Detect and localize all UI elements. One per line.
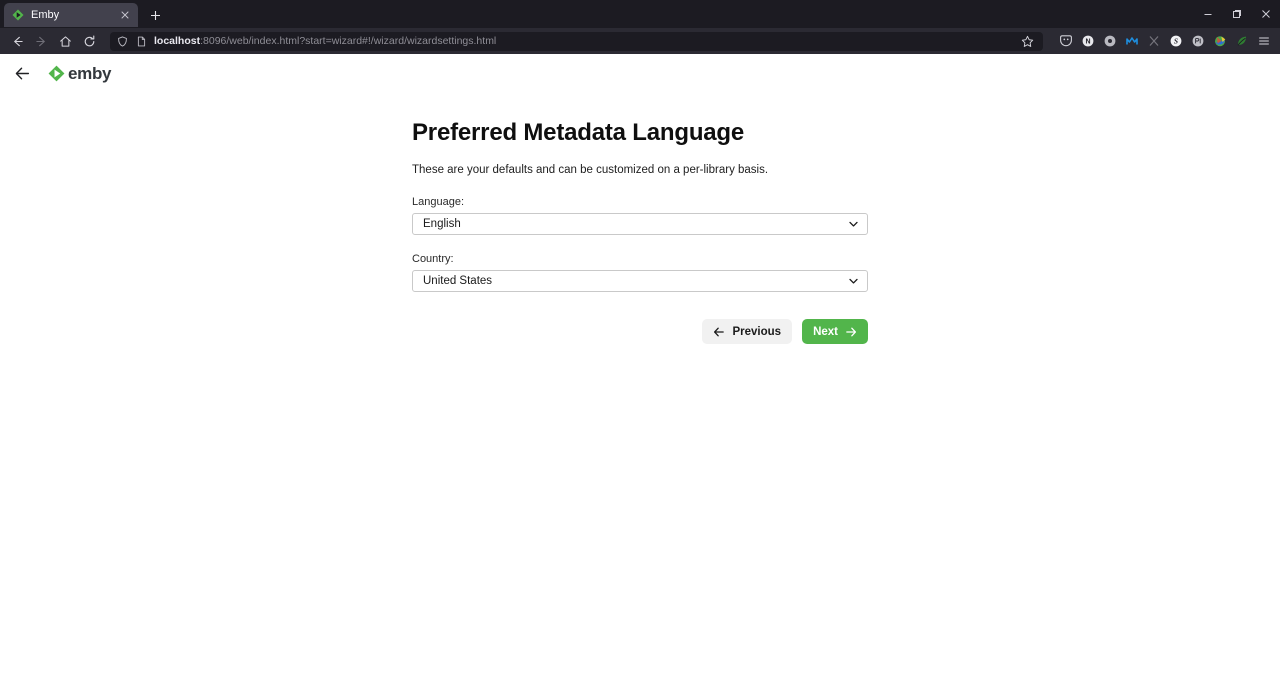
wizard-actions: Previous Next bbox=[412, 319, 868, 344]
window-close-icon[interactable] bbox=[1251, 0, 1280, 28]
colorzilla-icon[interactable] bbox=[1209, 31, 1230, 52]
ublock-icon[interactable] bbox=[1187, 31, 1208, 52]
page-viewport: emby Preferred Metadata Language These a… bbox=[0, 54, 1280, 689]
wizard-panel: Preferred Metadata Language These are yo… bbox=[412, 92, 868, 344]
browser-window: Emby localhost:8096/web/index.html?start… bbox=[0, 0, 1280, 689]
page-document-icon[interactable] bbox=[135, 35, 148, 48]
arrow-right-icon bbox=[845, 326, 857, 338]
hamburger-menu-icon[interactable] bbox=[1253, 31, 1274, 52]
previous-button-label: Previous bbox=[732, 325, 782, 338]
x-extension-icon[interactable] bbox=[1143, 31, 1164, 52]
leaf-extension-icon[interactable] bbox=[1231, 31, 1252, 52]
emby-brand-text: emby bbox=[68, 63, 112, 83]
reload-button[interactable] bbox=[78, 30, 100, 52]
tab-strip: Emby bbox=[0, 0, 1280, 28]
page-subtitle: These are your defaults and can be custo… bbox=[412, 164, 769, 176]
next-button-label: Next bbox=[813, 325, 838, 338]
chevron-down-icon bbox=[848, 276, 859, 287]
pocket-icon[interactable] bbox=[1055, 31, 1076, 52]
language-select[interactable]: English bbox=[412, 213, 868, 235]
country-select-value: United States bbox=[423, 275, 493, 287]
emby-brand[interactable]: emby bbox=[48, 63, 112, 83]
language-select-value: English bbox=[423, 218, 461, 230]
emby-diamond-icon bbox=[12, 9, 24, 21]
minimize-icon[interactable] bbox=[1193, 0, 1222, 28]
url-host: localhost bbox=[154, 34, 201, 47]
tab-title: Emby bbox=[31, 8, 60, 21]
back-arrow-icon[interactable] bbox=[13, 64, 32, 83]
previous-button[interactable]: Previous bbox=[702, 319, 793, 344]
country-select[interactable]: United States bbox=[412, 270, 868, 292]
url-bar[interactable]: localhost:8096/web/index.html?start=wiza… bbox=[110, 31, 1043, 51]
malwarebytes-icon[interactable] bbox=[1121, 31, 1142, 52]
emby-logo-icon bbox=[48, 65, 65, 82]
shield-icon[interactable] bbox=[116, 35, 129, 48]
country-label: Country: bbox=[412, 253, 454, 265]
nightmode-icon[interactable]: N bbox=[1077, 31, 1098, 52]
back-button[interactable] bbox=[6, 30, 28, 52]
tab-close-icon[interactable] bbox=[118, 8, 132, 22]
country-field: Country: United States bbox=[412, 252, 868, 292]
circle-extension-icon[interactable] bbox=[1099, 31, 1120, 52]
url-path: :8096/web/index.html?start=wizard#!/wiza… bbox=[200, 34, 497, 47]
app-header: emby bbox=[0, 54, 1280, 92]
home-button[interactable] bbox=[54, 30, 76, 52]
svg-text:N: N bbox=[1085, 39, 1090, 46]
browser-tab-emby[interactable]: Emby bbox=[4, 3, 138, 27]
url-text: localhost:8096/web/index.html?start=wiza… bbox=[154, 35, 496, 48]
maximize-icon[interactable] bbox=[1222, 0, 1251, 28]
extension-tray: N S bbox=[1051, 31, 1274, 52]
next-button[interactable]: Next bbox=[802, 319, 868, 344]
language-field: Language: English bbox=[412, 195, 868, 235]
language-label: Language: bbox=[412, 196, 464, 208]
chevron-down-icon bbox=[848, 219, 859, 230]
navigation-toolbar: localhost:8096/web/index.html?start=wiza… bbox=[0, 28, 1280, 54]
s-extension-icon[interactable]: S bbox=[1165, 31, 1186, 52]
forward-button[interactable] bbox=[30, 30, 52, 52]
svg-text:S: S bbox=[1173, 37, 1177, 46]
arrow-left-icon bbox=[713, 326, 725, 338]
star-icon[interactable] bbox=[1017, 31, 1037, 51]
new-tab-button[interactable] bbox=[144, 4, 166, 26]
page-title: Preferred Metadata Language bbox=[412, 119, 745, 146]
window-controls bbox=[1193, 0, 1280, 28]
